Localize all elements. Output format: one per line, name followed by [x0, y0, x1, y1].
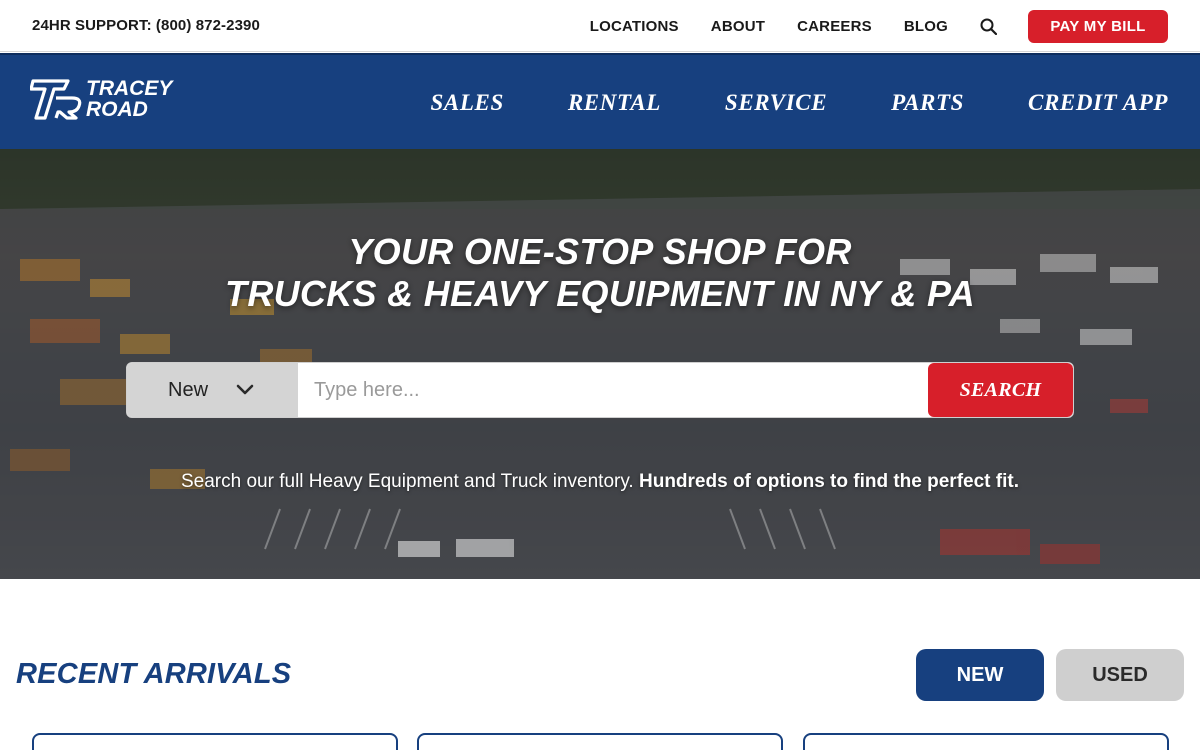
chevron-down-icon [236, 381, 254, 399]
hero-headline: YOUR ONE-STOP SHOP FOR TRUCKS & HEAVY EQ… [0, 231, 1200, 315]
tr-logo-mark [30, 79, 82, 120]
hero-headline-line1: YOUR ONE-STOP SHOP FOR [348, 231, 852, 272]
arrival-card[interactable] [32, 733, 398, 750]
toggle-used-button[interactable]: USED [1056, 649, 1184, 701]
hero-headline-line2: TRUCKS & HEAVY EQUIPMENT IN NY & PA [225, 273, 975, 314]
link-locations[interactable]: LOCATIONS [590, 18, 679, 35]
hero-subtext-regular: Search our full Heavy Equipment and Truc… [181, 471, 634, 492]
tracey-road-logo[interactable]: TRACEY ROAD [30, 73, 190, 125]
nav-credit-app[interactable]: CREDIT APP [1028, 90, 1168, 116]
logo-wordmark: TRACEY ROAD [86, 78, 172, 120]
search-icon[interactable] [980, 18, 998, 36]
nav-sales[interactable]: SALES [431, 90, 504, 116]
arrival-card[interactable] [417, 733, 783, 750]
hero-subtext: Search our full Heavy Equipment and Truc… [0, 471, 1200, 493]
hero-banner: YOUR ONE-STOP SHOP FOR TRUCKS & HEAVY EQ… [0, 149, 1200, 579]
hero-subtext-bold: Hundreds of options to find the perfect … [639, 471, 1019, 492]
support-phone[interactable]: 24HR SUPPORT: (800) 872-2390 [32, 17, 260, 34]
condition-selected-value: New [168, 378, 209, 401]
arrival-card[interactable] [803, 733, 1169, 750]
utility-links: LOCATIONS ABOUT CAREERS BLOG PAY MY BILL [590, 10, 1168, 43]
toggle-new-button[interactable]: NEW [916, 649, 1044, 701]
inventory-search-bar: New SEARCH [126, 362, 1074, 418]
search-input[interactable] [298, 363, 928, 417]
link-careers[interactable]: CAREERS [797, 18, 872, 35]
nav-parts[interactable]: PARTS [891, 90, 964, 116]
main-navigation: TRACEY ROAD SALES RENTAL SERVICE PARTS C… [0, 53, 1200, 149]
nav-rental[interactable]: RENTAL [568, 90, 661, 116]
link-blog[interactable]: BLOG [904, 18, 948, 35]
recent-arrivals-heading: RECENT ARRIVALS [16, 658, 292, 690]
logo-word-tracey: TRACEY [86, 77, 173, 100]
search-button[interactable]: SEARCH [928, 363, 1073, 417]
logo-word-road: ROAD [86, 98, 148, 121]
nav-service[interactable]: SERVICE [725, 90, 827, 116]
utility-bar: 24HR SUPPORT: (800) 872-2390 LOCATIONS A… [0, 0, 1200, 52]
condition-dropdown[interactable]: New [127, 363, 298, 417]
link-about[interactable]: ABOUT [711, 18, 765, 35]
pay-my-bill-button[interactable]: PAY MY BILL [1028, 10, 1168, 43]
primary-nav: SALES RENTAL SERVICE PARTS CREDIT APP [367, 55, 1168, 151]
